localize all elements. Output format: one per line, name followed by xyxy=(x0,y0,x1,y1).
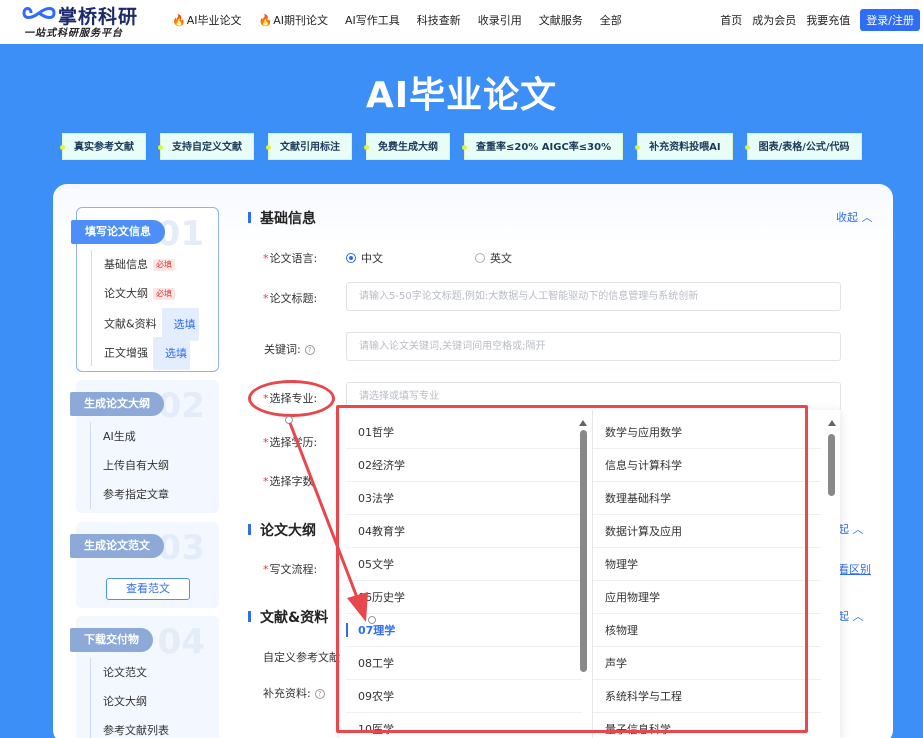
keywords-input[interactable]: 请输入论文关键词,关键词间用空格或;隔开 xyxy=(346,332,841,361)
logo-subtitle: 一站式科研服务平台 xyxy=(24,28,123,39)
custom-refs-label: 自定义参考文献 xyxy=(263,651,340,664)
feature-tag: 支持自定义文献 xyxy=(158,133,254,160)
section-refs-title: 文献&资料 xyxy=(247,607,328,627)
view-sample-button[interactable]: 查看范文 xyxy=(106,578,190,600)
nav-right: 首页 成为会员 我要充值 登录/注册 xyxy=(720,9,920,31)
step-title[interactable]: 下载交付物 xyxy=(70,628,153,652)
fire-icon: 🔥 xyxy=(258,14,273,27)
title-label: *论文标题: xyxy=(263,292,318,305)
section-basic-title: 基础信息 xyxy=(248,208,316,228)
step-item-ref-list[interactable]: 参考文献列表 xyxy=(90,716,169,738)
step-title[interactable]: 填写论文信息 xyxy=(71,220,165,244)
step-download: 04 下载交付物 论文范文 论文大纲 参考文献列表 xyxy=(70,616,219,738)
step-item-reference-article[interactable]: 参考指定文章 xyxy=(90,480,169,509)
required-badge: 必填 xyxy=(153,288,175,300)
step-number: 04 xyxy=(157,622,205,662)
step-item-enhance[interactable]: 正文增强 选填 xyxy=(91,337,199,370)
feature-tag: 文献引用标注 xyxy=(266,133,352,160)
nav-item-novelty[interactable]: 科技查新 xyxy=(417,12,461,28)
nav-menu: 🔥AI毕业论文 🔥AI期刊论文 AI写作工具 科技查新 收录引用 文献服务 全部 xyxy=(172,12,639,28)
nav-membership[interactable]: 成为会员 xyxy=(752,12,796,28)
flow-label: *写文流程: xyxy=(263,563,318,576)
step-title[interactable]: 生成论文大纲 xyxy=(70,392,164,416)
top-navbar: 掌桥科研 一站式科研服务平台 🔥AI毕业论文 🔥AI期刊论文 AI写作工具 科技… xyxy=(0,0,923,44)
step-number: 02 xyxy=(157,386,205,426)
nav-item-ai-journal[interactable]: 🔥AI期刊论文 xyxy=(258,12,327,28)
nav-item-citation[interactable]: 收录引用 xyxy=(478,12,522,28)
nav-item-ai-thesis[interactable]: 🔥AI毕业论文 xyxy=(172,12,241,28)
step-item-upload-outline[interactable]: 上传自有大纲 xyxy=(90,451,169,480)
step-outline: 02 生成论文大纲 AI生成 上传自有大纲 参考指定文章 xyxy=(70,380,219,513)
logo-infinity-icon xyxy=(22,7,56,19)
step-item-outline[interactable]: 论文大纲 必填 xyxy=(91,279,199,308)
fire-icon: 🔥 xyxy=(172,14,186,27)
collapse-toggle-outline[interactable]: 起 ︿ xyxy=(838,521,864,537)
scroll-up-arrow-icon[interactable] xyxy=(828,420,836,426)
step-sample: 03 生成论文范文 查看范文 xyxy=(70,522,219,608)
language-label: *论文语言: xyxy=(263,252,318,265)
view-diff-link[interactable]: 看区别 xyxy=(838,561,871,577)
hero-title: AI毕业论文 xyxy=(365,75,558,116)
collapse-toggle-refs[interactable]: 起 ︿ xyxy=(838,608,864,624)
radio-english[interactable]: 英文 xyxy=(475,250,512,266)
feature-tag: 真实参考文献 xyxy=(60,133,146,160)
required-badge: 必填 xyxy=(153,259,175,271)
step-item-ai-generate[interactable]: AI生成 xyxy=(90,422,169,451)
annotation-highlight-box xyxy=(336,405,808,733)
feature-tag: 查重率≤20% AIGC率≤30% xyxy=(461,133,624,160)
section-outline-title: 论文大纲 xyxy=(248,520,316,540)
degree-label: *选择学历: xyxy=(263,436,318,449)
annotation-highlight-ellipse xyxy=(248,380,335,417)
help-icon[interactable]: ? xyxy=(314,689,325,699)
help-icon[interactable]: ? xyxy=(304,345,315,355)
radio-chinese[interactable]: 中文 xyxy=(346,250,383,266)
step-title[interactable]: 生成论文范文 xyxy=(70,534,164,558)
feature-tags: 真实参考文献 支持自定义文献 文献引用标注 免费生成大纲 查重率≤20% AIG… xyxy=(60,133,876,160)
logo[interactable]: 掌桥科研 一站式科研服务平台 xyxy=(22,2,142,40)
words-label: *选择字数 xyxy=(263,475,314,488)
step-item-basic[interactable]: 基础信息 必填 xyxy=(91,250,199,279)
feature-tag: 图表/表格/公式/代码 xyxy=(744,133,862,160)
title-input[interactable]: 请输入5-50字论文标题,例如:大数据与人工智能驱动下的信息管理与系统创新 xyxy=(346,282,841,311)
collapse-toggle[interactable]: 收起 ︿ xyxy=(836,209,873,225)
keywords-label: 关键词:? xyxy=(264,341,315,357)
nav-item-all[interactable]: 全部 xyxy=(600,12,622,28)
supplement-label: 补充资料:? xyxy=(263,685,325,701)
optional-badge: 选填 xyxy=(153,337,190,370)
step-item-outline-doc[interactable]: 论文大纲 xyxy=(90,687,169,716)
login-button[interactable]: 登录/注册 xyxy=(860,9,920,31)
right-scrollbar-thumb[interactable] xyxy=(828,434,835,496)
feature-tag: 免费生成大纲 xyxy=(364,133,450,160)
nav-item-ai-tools[interactable]: AI写作工具 xyxy=(345,12,400,28)
radio-checked-icon xyxy=(346,253,356,263)
step-number: 03 xyxy=(157,528,205,568)
chevron-up-icon: ︿ xyxy=(858,211,873,224)
nav-item-literature[interactable]: 文献服务 xyxy=(539,12,583,28)
radio-unchecked-icon xyxy=(475,253,485,263)
nav-home[interactable]: 首页 xyxy=(720,12,742,28)
step-fill-info: 01 填写论文信息 基础信息 必填 论文大纲 必填 文献&资料 选填 正文增强 选填 xyxy=(71,207,219,372)
step-item-sample-doc[interactable]: 论文范文 xyxy=(90,658,169,687)
feature-tag: 补充资料投喂AI xyxy=(635,133,733,160)
step-item-refs[interactable]: 文献&资料 选填 xyxy=(91,308,199,341)
nav-recharge[interactable]: 我要充值 xyxy=(806,12,850,28)
